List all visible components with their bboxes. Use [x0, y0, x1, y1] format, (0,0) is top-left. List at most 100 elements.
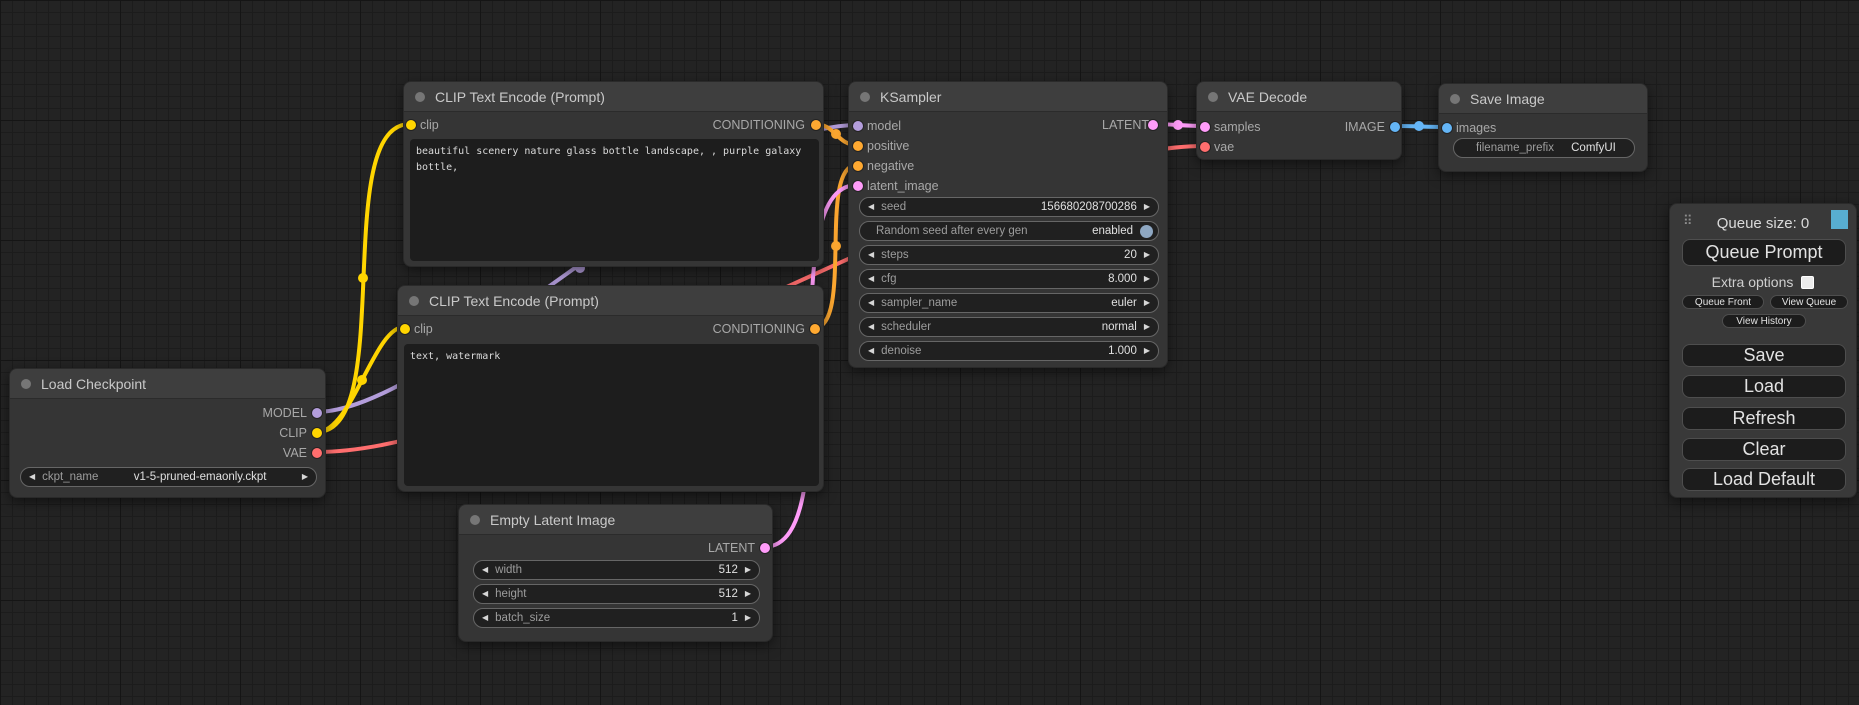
node-clip-text-encode-negative[interactable]: CLIP Text Encode (Prompt) clip CONDITION…	[397, 285, 824, 492]
extra-options-checkbox[interactable]	[1801, 276, 1814, 289]
seed-widget[interactable]: ◀ seed 156680208700286 ▶	[859, 197, 1159, 217]
increment-arrow-icon[interactable]: ▶	[1144, 347, 1150, 355]
collapse-dot-icon[interactable]	[1208, 92, 1218, 102]
node-title-bar[interactable]: KSampler	[849, 82, 1167, 112]
node-save-image[interactable]: Save Image images filename_prefix ComfyU…	[1438, 83, 1648, 172]
node-title-bar[interactable]: Load Checkpoint	[10, 369, 325, 399]
input-port-vae[interactable]	[1200, 142, 1210, 152]
input-port-negative[interactable]	[853, 161, 863, 171]
widget-label: scheduler	[881, 321, 931, 333]
output-port-conditioning[interactable]	[811, 120, 821, 130]
node-title-bar[interactable]: CLIP Text Encode (Prompt)	[404, 82, 823, 112]
save-button[interactable]: Save	[1682, 344, 1846, 367]
scheduler-widget[interactable]: ◀ scheduler normal ▶	[859, 317, 1159, 337]
output-port-latent[interactable]	[760, 543, 770, 553]
input-label-vae: vae	[1214, 140, 1234, 154]
input-port-clip[interactable]	[400, 324, 410, 334]
load-default-button[interactable]: Load Default	[1682, 468, 1846, 491]
node-empty-latent-image[interactable]: Empty Latent Image LATENT ◀ width 512 ▶ …	[458, 504, 773, 642]
collapse-dot-icon[interactable]	[860, 92, 870, 102]
input-port-clip[interactable]	[406, 120, 416, 130]
link-midpoint-dot	[358, 273, 368, 283]
sampler-name-widget[interactable]: ◀ sampler_name euler ▶	[859, 293, 1159, 313]
width-widget[interactable]: ◀ width 512 ▶	[473, 560, 760, 580]
clear-button[interactable]: Clear	[1682, 438, 1846, 461]
increment-arrow-icon[interactable]: ▶	[745, 590, 751, 598]
widget-value: enabled	[1092, 225, 1133, 237]
decrement-arrow-icon[interactable]: ◀	[482, 590, 488, 598]
collapse-dot-icon[interactable]	[470, 515, 480, 525]
load-button[interactable]: Load	[1682, 375, 1846, 398]
random-seed-widget[interactable]: Random seed after every gen enabled	[859, 221, 1159, 241]
output-port-clip[interactable]	[312, 428, 322, 438]
node-ksampler[interactable]: KSampler model positive negative latent_…	[848, 81, 1168, 368]
decrement-arrow-icon[interactable]: ◀	[868, 299, 874, 307]
view-queue-button[interactable]: View Queue	[1770, 295, 1848, 309]
widget-label: filename_prefix	[1476, 142, 1554, 154]
node-vae-decode[interactable]: VAE Decode samples vae IMAGE	[1196, 81, 1402, 160]
refresh-button[interactable]: Refresh	[1682, 407, 1846, 430]
increment-arrow-icon[interactable]: ▶	[1144, 251, 1150, 259]
widget-value: euler	[1111, 297, 1137, 309]
collapse-dot-icon[interactable]	[409, 296, 419, 306]
toggle-enabled-icon[interactable]	[1140, 225, 1153, 238]
increment-arrow-icon[interactable]: ▶	[745, 566, 751, 574]
ckpt-name-widget[interactable]: ◀ ckpt_name v1-5-pruned-emaonly.ckpt ▶	[20, 467, 317, 487]
prompt-textarea[interactable]: text, watermark	[404, 344, 819, 486]
collapse-dot-icon[interactable]	[21, 379, 31, 389]
node-title-bar[interactable]: VAE Decode	[1197, 82, 1401, 112]
batch-size-widget[interactable]: ◀ batch_size 1 ▶	[473, 608, 760, 628]
widget-label: batch_size	[495, 612, 550, 624]
view-history-button[interactable]: View History	[1722, 314, 1806, 328]
node-title-bar[interactable]: Save Image	[1439, 84, 1647, 114]
widget-label: seed	[881, 201, 906, 213]
output-port-image[interactable]	[1390, 122, 1400, 132]
steps-widget[interactable]: ◀ steps 20 ▶	[859, 245, 1159, 265]
link-midpoint-dot	[831, 241, 841, 251]
node-title-bar[interactable]: Empty Latent Image	[459, 505, 772, 535]
input-port-model[interactable]	[853, 121, 863, 131]
node-title-bar[interactable]: CLIP Text Encode (Prompt)	[398, 286, 823, 316]
increment-arrow-icon[interactable]: ▶	[1144, 299, 1150, 307]
output-port-vae[interactable]	[312, 448, 322, 458]
increment-arrow-icon[interactable]: ▶	[1144, 275, 1150, 283]
queue-front-button[interactable]: Queue Front	[1682, 295, 1764, 309]
widget-value: 1	[731, 612, 737, 624]
increment-arrow-icon[interactable]: ▶	[745, 614, 751, 622]
decrement-arrow-icon[interactable]: ◀	[29, 473, 35, 481]
input-port-latent-image[interactable]	[853, 181, 863, 191]
decrement-arrow-icon[interactable]: ◀	[482, 566, 488, 574]
decrement-arrow-icon[interactable]: ◀	[868, 251, 874, 259]
node-load-checkpoint[interactable]: Load Checkpoint MODEL CLIP VAE ◀ ckpt_na…	[9, 368, 326, 498]
node-clip-text-encode-positive[interactable]: CLIP Text Encode (Prompt) clip CONDITION…	[403, 81, 824, 267]
increment-arrow-icon[interactable]: ▶	[1144, 203, 1150, 211]
queue-panel[interactable]: ⠿ Queue size: 0 ⚙ Queue Prompt Extra opt…	[1669, 203, 1857, 498]
filename-prefix-widget[interactable]: filename_prefix ComfyUI	[1453, 138, 1635, 158]
node-graph-canvas[interactable]: Load Checkpoint MODEL CLIP VAE ◀ ckpt_na…	[0, 0, 1859, 705]
collapse-dot-icon[interactable]	[1450, 94, 1460, 104]
increment-arrow-icon[interactable]: ▶	[1144, 323, 1150, 331]
decrement-arrow-icon[interactable]: ◀	[482, 614, 488, 622]
decrement-arrow-icon[interactable]: ◀	[868, 347, 874, 355]
output-port-model[interactable]	[312, 408, 322, 418]
settings-gear-icon[interactable]: ⚙	[1831, 210, 1848, 229]
input-port-images[interactable]	[1442, 123, 1452, 133]
queue-prompt-button[interactable]: Queue Prompt	[1682, 239, 1846, 266]
decrement-arrow-icon[interactable]: ◀	[868, 203, 874, 211]
prompt-textarea[interactable]: beautiful scenery nature glass bottle la…	[410, 139, 819, 261]
input-label-negative: negative	[867, 159, 914, 173]
cfg-widget[interactable]: ◀ cfg 8.000 ▶	[859, 269, 1159, 289]
collapse-dot-icon[interactable]	[415, 92, 425, 102]
output-port-conditioning[interactable]	[810, 324, 820, 334]
input-port-samples[interactable]	[1200, 122, 1210, 132]
increment-arrow-icon[interactable]: ▶	[302, 473, 308, 481]
widget-value: 8.000	[1108, 273, 1137, 285]
input-label-clip: clip	[414, 322, 433, 336]
output-port-latent[interactable]	[1148, 120, 1158, 130]
input-port-positive[interactable]	[853, 141, 863, 151]
widget-label: sampler_name	[881, 297, 957, 309]
denoise-widget[interactable]: ◀ denoise 1.000 ▶	[859, 341, 1159, 361]
height-widget[interactable]: ◀ height 512 ▶	[473, 584, 760, 604]
decrement-arrow-icon[interactable]: ◀	[868, 275, 874, 283]
decrement-arrow-icon[interactable]: ◀	[868, 323, 874, 331]
